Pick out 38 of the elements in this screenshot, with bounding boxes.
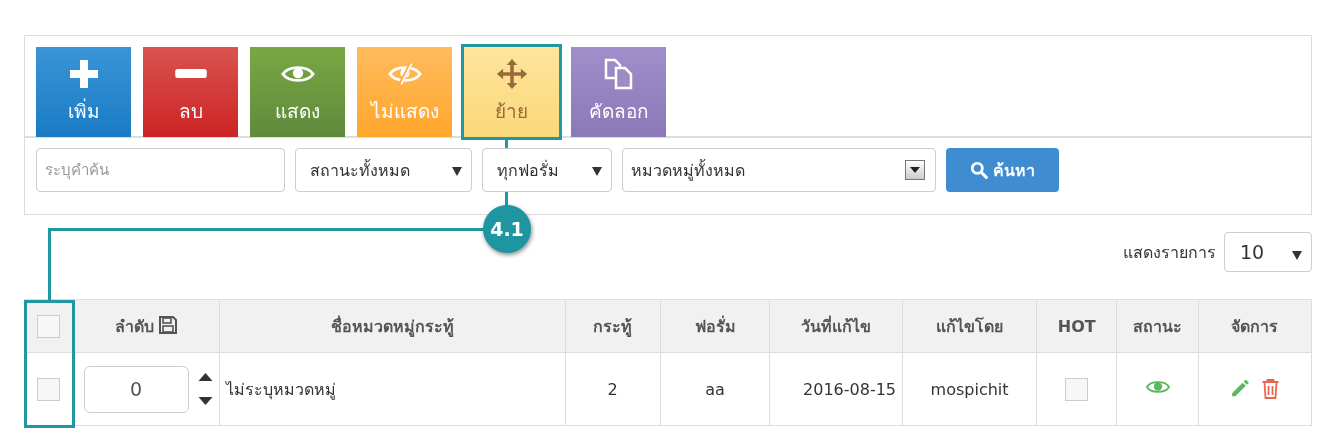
search-button[interactable]: ค้นหา — [946, 148, 1059, 192]
page-size-select[interactable]: 10 — [1224, 232, 1312, 272]
hot-checkbox[interactable] — [1065, 377, 1089, 401]
add-button[interactable]: เพิ่ม — [36, 47, 131, 137]
row-checkbox[interactable] — [37, 377, 61, 401]
table-cell: aa — [660, 352, 770, 426]
callout-badge: 4.1 — [483, 205, 531, 253]
forum-select[interactable]: ทุกฟอรั่ม — [482, 148, 612, 192]
show-button[interactable]: แสดง — [250, 47, 345, 137]
page-size-label: แสดงรายการ — [1123, 241, 1216, 264]
table-cell: 2016-08-15 — [769, 352, 903, 426]
minus-icon — [174, 69, 207, 78]
column-header: แก้ไขโดย — [902, 299, 1037, 353]
category-select[interactable]: หมวดหมู่ทั้งหมด — [622, 148, 936, 192]
column-header: วันที่แก้ไข — [769, 299, 903, 353]
column-header: จัดการ — [1198, 299, 1312, 353]
select-all-checkbox[interactable] — [37, 314, 61, 338]
save-icon — [158, 314, 179, 335]
order-field[interactable]: 0 — [83, 365, 189, 413]
search-field[interactable]: ระบุคำค้น — [36, 148, 285, 192]
table-cell: 2 — [565, 352, 661, 426]
move-down-icon[interactable] — [196, 396, 214, 406]
delete-button[interactable]: ลบ — [143, 47, 238, 137]
search-icon — [970, 161, 988, 179]
move-up-icon[interactable] — [196, 372, 214, 382]
copy-button[interactable]: คัดลอก — [571, 47, 666, 137]
column-header: ลำดับ — [73, 299, 220, 353]
column-header: กระทู้ — [565, 299, 661, 353]
status-select[interactable]: สถานะทั้งหมด — [295, 148, 472, 192]
move-button[interactable]: ย้าย — [464, 47, 559, 137]
move-arrows-icon — [494, 58, 529, 90]
column-header: ชื่อหมวดหมู่กระทู้ — [220, 299, 566, 353]
table-cell: mospichit — [902, 352, 1037, 426]
column-header: สถานะ — [1116, 299, 1199, 353]
eye-icon[interactable] — [1145, 379, 1170, 395]
column-header: HOT — [1036, 299, 1117, 353]
table-cell: ไม่ระบุหมวดหมู่ — [220, 352, 566, 426]
column-header: ฟอรั่ม — [660, 299, 770, 353]
